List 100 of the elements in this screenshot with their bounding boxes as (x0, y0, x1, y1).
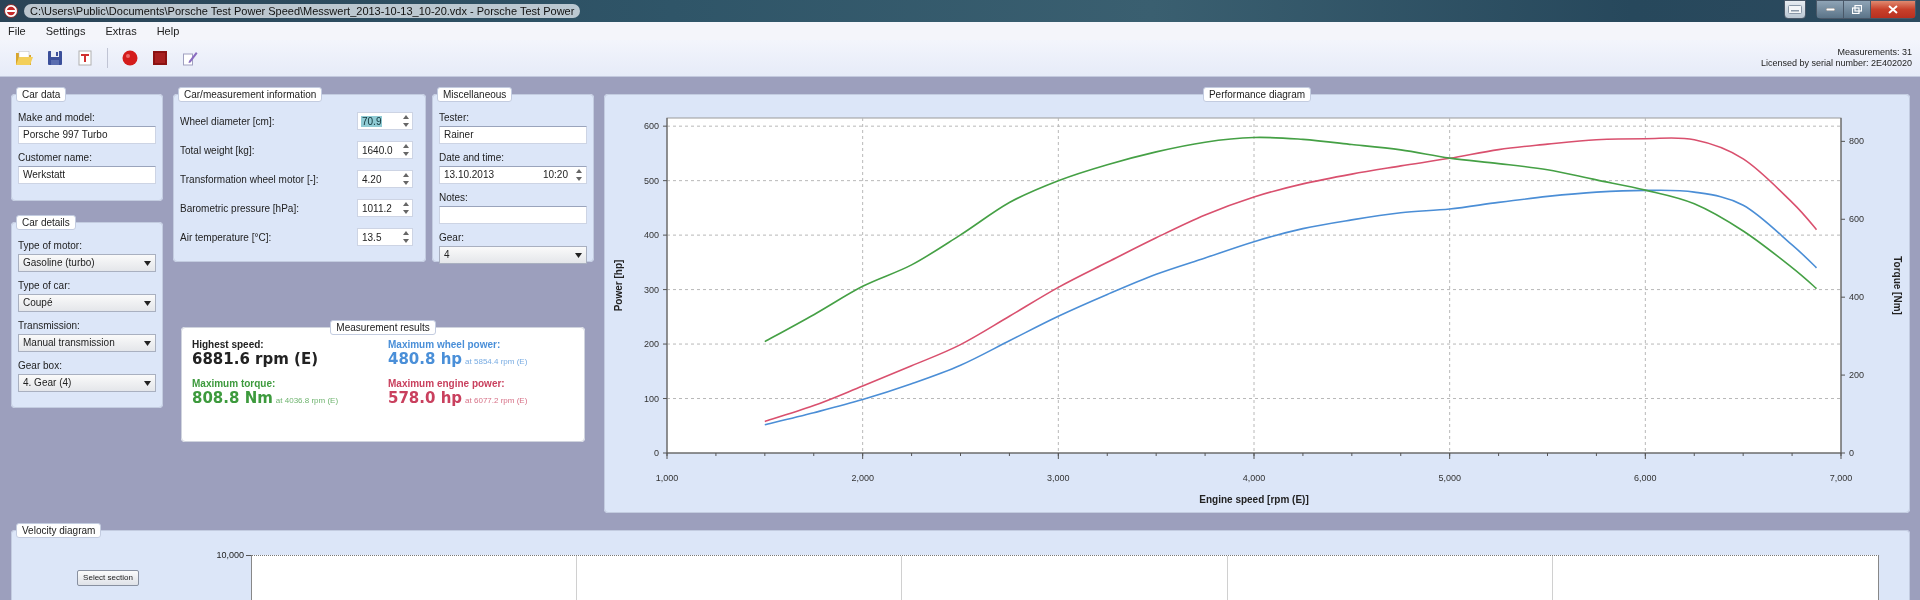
date-time-field[interactable]: 13.10.2013 10:20 (439, 166, 587, 184)
panel-title: Car/measurement information (178, 87, 323, 102)
panel-title: Car details (16, 215, 76, 230)
field-label: Transformation wheel motor [-]: (180, 173, 319, 185)
save-icon[interactable] (47, 50, 63, 66)
status-text: Measurements: 31 (1837, 47, 1912, 58)
menu-item[interactable]: Extras (105, 25, 137, 37)
axis-tick-label: 4,000 (1242, 473, 1266, 483)
panel-title: Velocity diagram (16, 523, 102, 538)
field-label: Transmission: (18, 320, 81, 332)
result-label: Maximum engine power: (388, 378, 506, 389)
field-label: Barometric pressure [hPa]: (180, 202, 299, 214)
menu-item[interactable]: Help (156, 25, 180, 37)
caret-icon (144, 260, 151, 266)
stop-icon[interactable] (152, 50, 168, 66)
pencil-icon[interactable] (182, 50, 198, 66)
axis-tick-label: 0 (1849, 448, 1854, 458)
axis-tick-label: 7,000 (1829, 473, 1853, 483)
field-label: Gear box: (18, 360, 63, 372)
spin-field[interactable]: 4.20 (357, 170, 413, 188)
field-label: Wheel diameter [cm]: (180, 115, 275, 127)
field-label: Tester: (439, 112, 470, 124)
result-label: Maximum wheel power: (388, 339, 502, 350)
field-label: Make and model: (18, 112, 96, 124)
axis-tick-label: 200 (643, 339, 659, 350)
axis-tick-label: 800 (1849, 136, 1865, 147)
caret-icon (144, 380, 151, 386)
dropdown[interactable]: Manual transmission (18, 334, 156, 352)
panel-title: Miscellaneous (437, 87, 513, 102)
minimize-icon (1825, 8, 1835, 11)
axis-tick-label: 1,000 (655, 473, 679, 483)
result-value: 6881.6 rpm (E) (192, 350, 319, 368)
dropdown[interactable]: 4. Gear (4) (18, 374, 156, 392)
dropdown[interactable]: Gasoline (turbo) (18, 254, 156, 272)
dropdown[interactable]: Coupé (18, 294, 156, 312)
caret-icon (144, 300, 151, 306)
spin-field[interactable]: 1640.0 (357, 141, 413, 159)
restore-button[interactable] (1843, 0, 1870, 19)
axis-tick-label: 3,000 (1047, 473, 1070, 483)
axis-tick-label: 6,000 (1634, 473, 1657, 483)
result-value: 808.8 Nm (192, 389, 273, 407)
app-icon (4, 4, 18, 18)
axis-tick-label: 600 (643, 121, 659, 132)
axis-tick-label: 2,000 (851, 473, 874, 483)
result-label: Highest speed: (192, 339, 265, 350)
spin-field[interactable]: 13.5 (357, 228, 413, 246)
caret-icon (575, 252, 582, 258)
axis-tick-label: 600 (1849, 214, 1865, 225)
field-label: Gear: (439, 232, 465, 244)
axis-title: Power [hp] (613, 259, 624, 312)
result-label: Maximum torque: (192, 378, 277, 389)
result-detail: at 4036.8 rpm (E) (275, 396, 339, 405)
field-label: Date and time: (439, 152, 506, 164)
spin-arrows-icon (403, 231, 409, 243)
spin-field[interactable]: 1011.2 (357, 199, 413, 217)
caret-icon (144, 340, 151, 346)
axis-tick-label: 100 (643, 393, 659, 404)
record-icon[interactable] (122, 50, 138, 66)
field-label: Type of motor: (18, 240, 83, 252)
field-label: Type of car: (18, 280, 72, 292)
axis-tick-label: 500 (643, 175, 659, 186)
spin-field[interactable]: 70.9 (357, 112, 413, 130)
dropdown[interactable]: 4 (439, 246, 587, 264)
axis-tick-label: 0 (654, 448, 659, 458)
section-button[interactable]: Select section (77, 570, 139, 586)
close-icon (1888, 5, 1898, 14)
text-field[interactable]: Rainer (439, 126, 587, 144)
menu-item[interactable]: Settings (45, 25, 86, 37)
panel-title: Performance diagram (1202, 87, 1312, 102)
spin-arrows-icon (403, 144, 409, 156)
axis-title: Engine speed [rpm (E)] (1199, 494, 1309, 505)
axis-tick-label: 5,000 (1438, 473, 1461, 483)
text-field[interactable] (439, 206, 587, 224)
axis-title: Torque [Nm] (1892, 256, 1903, 315)
result-detail: at 6077.2 rpm (E) (465, 396, 528, 405)
axis-tick-label: 200 (1849, 370, 1865, 381)
result-value: 480.8 hp (388, 350, 463, 368)
result-value: 578.0 hp (388, 389, 463, 407)
axis-tick (246, 554, 251, 556)
panel-title: Car data (16, 87, 67, 102)
close-button[interactable] (1870, 0, 1916, 19)
window-title: C:\Users\Public\Documents\Porsche Test Power Speed\Messwert_2013-10-13_10-20.vdx - Porsche Test Power (24, 4, 581, 18)
axis-tick-label: 300 (643, 284, 659, 295)
menu-item[interactable]: File (8, 25, 26, 37)
field-label: Customer name: (18, 152, 93, 164)
spin-arrows-icon (403, 115, 409, 127)
axis-tick-label: 10,000 (216, 550, 244, 560)
field-label: Total weight [kg]: (180, 144, 255, 156)
axis-tick-label: 400 (1849, 292, 1865, 303)
text-field[interactable]: Porsche 997 Turbo (18, 126, 156, 144)
spin-arrows-icon (403, 202, 409, 214)
spin-arrows-icon (576, 169, 582, 181)
minimize-button[interactable] (1816, 0, 1843, 19)
field-label: Notes: (439, 192, 469, 204)
spin-arrows-icon (403, 173, 409, 185)
screen-icon (1788, 5, 1802, 14)
field-label: Air temperature [°C]: (180, 231, 272, 243)
text-field[interactable]: Werkstatt (18, 166, 156, 184)
screen-button[interactable] (1784, 0, 1806, 19)
document-icon[interactable] (77, 50, 93, 66)
